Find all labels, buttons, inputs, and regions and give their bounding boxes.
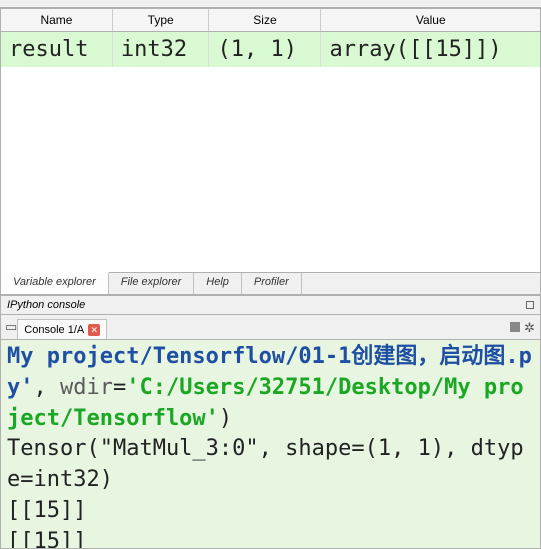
col-type[interactable]: Type bbox=[112, 9, 209, 32]
tensor-line: Tensor("MatMul_3:0", shape=(1, 1), dtype… bbox=[7, 436, 524, 492]
result-line-2: [[15]] bbox=[7, 529, 86, 549]
tab-variable-explorer[interactable]: Variable explorer bbox=[1, 272, 109, 294]
wdir-key: wdir bbox=[60, 375, 113, 400]
top-toolbar-stub bbox=[0, 0, 541, 8]
tab-help[interactable]: Help bbox=[194, 273, 242, 294]
gear-icon[interactable] bbox=[524, 321, 536, 333]
undock-icon[interactable] bbox=[526, 301, 534, 309]
cell-size[interactable]: (1, 1) bbox=[209, 32, 321, 68]
result-line-1: [[15]] bbox=[7, 498, 86, 523]
console-title-label: IPython console bbox=[7, 299, 85, 311]
cell-name[interactable]: result bbox=[1, 32, 112, 68]
new-console-icon[interactable] bbox=[5, 319, 17, 335]
pane-tabs: Variable explorer File explorer Help Pro… bbox=[1, 272, 540, 294]
console-output[interactable]: My project/Tensorflow/01-1创建图，启动图.py', w… bbox=[0, 339, 541, 549]
close-icon[interactable]: ✕ bbox=[88, 324, 100, 336]
eq-sign: = bbox=[113, 375, 126, 400]
col-value[interactable]: Value bbox=[321, 9, 540, 32]
console-tab[interactable]: Console 1/A ✕ bbox=[17, 319, 107, 339]
console-title-bar: IPython console bbox=[0, 295, 541, 315]
variable-table-header-row: Name Type Size Value bbox=[1, 9, 540, 32]
variable-explorer-blank bbox=[1, 67, 540, 272]
tab-profiler[interactable]: Profiler bbox=[242, 273, 302, 294]
tab-file-explorer[interactable]: File explorer bbox=[109, 273, 195, 294]
cell-type[interactable]: int32 bbox=[112, 32, 209, 68]
col-size[interactable]: Size bbox=[209, 9, 321, 32]
sep-comma: , bbox=[34, 375, 61, 400]
console-tab-label: Console 1/A bbox=[24, 324, 84, 336]
variable-table: Name Type Size Value result int32 (1, 1)… bbox=[1, 9, 540, 67]
table-row[interactable]: result int32 (1, 1) array([[15]]) bbox=[1, 32, 540, 68]
col-name[interactable]: Name bbox=[1, 9, 112, 32]
console-tab-bar: Console 1/A ✕ bbox=[0, 315, 541, 339]
stop-icon[interactable] bbox=[510, 322, 520, 332]
cell-value[interactable]: array([[15]]) bbox=[321, 32, 540, 68]
close-paren: ) bbox=[219, 406, 232, 431]
variable-explorer-pane: Name Type Size Value result int32 (1, 1)… bbox=[0, 8, 541, 295]
